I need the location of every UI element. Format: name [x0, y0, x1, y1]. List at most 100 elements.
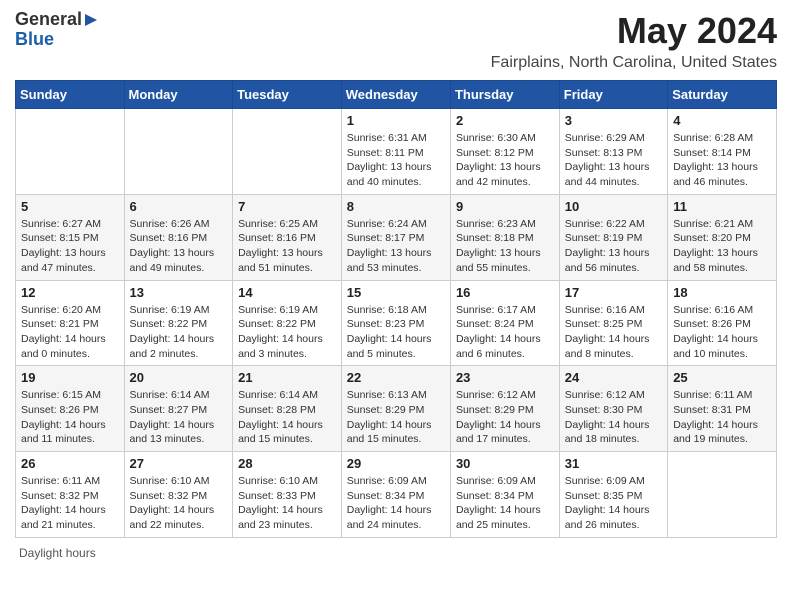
- day-number: 14: [238, 285, 336, 300]
- day-info: Sunrise: 6:19 AMSunset: 8:22 PMDaylight:…: [130, 303, 228, 362]
- calendar-day-cell: [668, 452, 777, 538]
- day-info: Sunrise: 6:16 AMSunset: 8:25 PMDaylight:…: [565, 303, 662, 362]
- calendar-day-cell: [233, 109, 342, 195]
- logo-general: General: [15, 9, 82, 29]
- calendar-week-row: 26Sunrise: 6:11 AMSunset: 8:32 PMDayligh…: [16, 452, 777, 538]
- day-number: 24: [565, 370, 662, 385]
- calendar-day-cell: 26Sunrise: 6:11 AMSunset: 8:32 PMDayligh…: [16, 452, 125, 538]
- title-block: May 2024 Fairplains, North Carolina, Uni…: [491, 10, 777, 72]
- calendar-week-row: 5 Sunrise: 6:27 AMSunset: 8:15 PMDaylight…: [16, 194, 777, 280]
- day-info: Sunrise: 6:31 AMSunset: 8:11 PMDaylight:…: [347, 131, 445, 190]
- day-info: Sunrise: 6:12 AMSunset: 8:30 PMDaylight:…: [565, 388, 662, 447]
- day-number: 23: [456, 370, 554, 385]
- day-info: Sunrise: 6:11 AMSunset: 8:31 PMDaylight:…: [673, 388, 771, 447]
- day-info: Sunrise: 6:26 AMSunset: 8:16 PMDaylight:…: [130, 217, 228, 276]
- day-number: 17: [565, 285, 662, 300]
- calendar-header-row: Sunday Monday Tuesday Wednesday Thursday…: [16, 81, 777, 109]
- calendar-day-cell: 30 Sunrise: 6:09 AMSunset: 8:34 PMDayligh…: [450, 452, 559, 538]
- calendar-day-cell: 19 Sunrise: 6:15 AMSunset: 8:26 PMDayligh…: [16, 366, 125, 452]
- day-info: Sunrise: 6:14 AMSunset: 8:28 PMDaylight:…: [238, 388, 336, 447]
- day-number: 4: [673, 113, 771, 128]
- calendar-day-cell: 6 Sunrise: 6:26 AMSunset: 8:16 PMDaylight…: [124, 194, 233, 280]
- day-info: Sunrise: 6:10 AMSunset: 8:33 PMDaylight:…: [238, 474, 336, 533]
- calendar-table: Sunday Monday Tuesday Wednesday Thursday…: [15, 80, 777, 538]
- day-info: Sunrise: 6:19 AMSunset: 8:22 PMDaylight:…: [238, 303, 336, 362]
- calendar-day-cell: 10Sunrise: 6:22 AMSunset: 8:19 PMDayligh…: [559, 194, 667, 280]
- day-number: 6: [130, 199, 228, 214]
- calendar-day-cell: 21 Sunrise: 6:14 AMSunset: 8:28 PMDayligh…: [233, 366, 342, 452]
- day-info: Sunrise: 6:13 AMSunset: 8:29 PMDaylight:…: [347, 388, 445, 447]
- calendar-day-cell: 31 Sunrise: 6:09 AMSunset: 8:35 PMDayligh…: [559, 452, 667, 538]
- day-info: Sunrise: 6:10 AMSunset: 8:32 PMDaylight:…: [130, 474, 228, 533]
- day-info: Sunrise: 6:17 AMSunset: 8:24 PMDaylight:…: [456, 303, 554, 362]
- col-saturday: Saturday: [668, 81, 777, 109]
- calendar-day-cell: 13 Sunrise: 6:19 AMSunset: 8:22 PMDayligh…: [124, 280, 233, 366]
- calendar-day-cell: 20 Sunrise: 6:14 AMSunset: 8:27 PMDayligh…: [124, 366, 233, 452]
- day-number: 31: [565, 456, 662, 471]
- page-header: General Blue May 2024 Fairplains, North …: [15, 10, 777, 72]
- day-number: 5: [21, 199, 119, 214]
- day-number: 13: [130, 285, 228, 300]
- calendar-day-cell: 15 Sunrise: 6:18 AMSunset: 8:23 PMDayligh…: [341, 280, 450, 366]
- day-info: Sunrise: 6:20 AMSunset: 8:21 PMDaylight:…: [21, 303, 119, 362]
- day-info: Sunrise: 6:18 AMSunset: 8:23 PMDaylight:…: [347, 303, 445, 362]
- day-number: 12: [21, 285, 119, 300]
- day-number: 20: [130, 370, 228, 385]
- day-info: Sunrise: 6:11 AMSunset: 8:32 PMDaylight:…: [21, 474, 119, 533]
- col-friday: Friday: [559, 81, 667, 109]
- calendar-day-cell: [16, 109, 125, 195]
- day-number: 1: [347, 113, 445, 128]
- day-number: 21: [238, 370, 336, 385]
- day-number: 9: [456, 199, 554, 214]
- col-sunday: Sunday: [16, 81, 125, 109]
- day-number: 2: [456, 113, 554, 128]
- day-info: Sunrise: 6:14 AMSunset: 8:27 PMDaylight:…: [130, 388, 228, 447]
- col-wednesday: Wednesday: [341, 81, 450, 109]
- logo: General Blue: [15, 10, 99, 50]
- day-number: 3: [565, 113, 662, 128]
- calendar-day-cell: 1 Sunrise: 6:31 AMSunset: 8:11 PMDaylight…: [341, 109, 450, 195]
- daylight-label: Daylight hours: [19, 546, 96, 560]
- day-number: 18: [673, 285, 771, 300]
- calendar-day-cell: 5 Sunrise: 6:27 AMSunset: 8:15 PMDaylight…: [16, 194, 125, 280]
- calendar-day-cell: 22Sunrise: 6:13 AMSunset: 8:29 PMDayligh…: [341, 366, 450, 452]
- day-info: Sunrise: 6:22 AMSunset: 8:19 PMDaylight:…: [565, 217, 662, 276]
- calendar-day-cell: 11Sunrise: 6:21 AMSunset: 8:20 PMDayligh…: [668, 194, 777, 280]
- day-number: 15: [347, 285, 445, 300]
- day-info: Sunrise: 6:24 AMSunset: 8:17 PMDaylight:…: [347, 217, 445, 276]
- day-info: Sunrise: 6:09 AMSunset: 8:34 PMDaylight:…: [456, 474, 554, 533]
- col-tuesday: Tuesday: [233, 81, 342, 109]
- calendar-day-cell: 14 Sunrise: 6:19 AMSunset: 8:22 PMDayligh…: [233, 280, 342, 366]
- day-info: Sunrise: 6:09 AMSunset: 8:35 PMDaylight:…: [565, 474, 662, 533]
- col-monday: Monday: [124, 81, 233, 109]
- day-info: Sunrise: 6:28 AMSunset: 8:14 PMDaylight:…: [673, 131, 771, 190]
- day-info: Sunrise: 6:15 AMSunset: 8:26 PMDaylight:…: [21, 388, 119, 447]
- day-number: 30: [456, 456, 554, 471]
- calendar-day-cell: 7Sunrise: 6:25 AMSunset: 8:16 PMDaylight…: [233, 194, 342, 280]
- day-info: Sunrise: 6:27 AMSunset: 8:15 PMDaylight:…: [21, 217, 119, 276]
- day-info: Sunrise: 6:23 AMSunset: 8:18 PMDaylight:…: [456, 217, 554, 276]
- calendar-day-cell: 4 Sunrise: 6:28 AMSunset: 8:14 PMDaylight…: [668, 109, 777, 195]
- day-number: 27: [130, 456, 228, 471]
- day-info: Sunrise: 6:12 AMSunset: 8:29 PMDaylight:…: [456, 388, 554, 447]
- col-thursday: Thursday: [450, 81, 559, 109]
- day-number: 8: [347, 199, 445, 214]
- day-number: 28: [238, 456, 336, 471]
- day-info: Sunrise: 6:25 AMSunset: 8:16 PMDaylight:…: [238, 217, 336, 276]
- calendar-day-cell: 27 Sunrise: 6:10 AMSunset: 8:32 PMDayligh…: [124, 452, 233, 538]
- day-info: Sunrise: 6:30 AMSunset: 8:12 PMDaylight:…: [456, 131, 554, 190]
- logo-blue: Blue: [15, 29, 54, 49]
- subtitle: Fairplains, North Carolina, United State…: [491, 54, 777, 72]
- day-number: 16: [456, 285, 554, 300]
- day-info: Sunrise: 6:16 AMSunset: 8:26 PMDaylight:…: [673, 303, 771, 362]
- day-number: 19: [21, 370, 119, 385]
- calendar-day-cell: 18 Sunrise: 6:16 AMSunset: 8:26 PMDayligh…: [668, 280, 777, 366]
- day-info: Sunrise: 6:21 AMSunset: 8:20 PMDaylight:…: [673, 217, 771, 276]
- footer: Daylight hours: [15, 546, 777, 560]
- calendar-day-cell: 3Sunrise: 6:29 AMSunset: 8:13 PMDaylight…: [559, 109, 667, 195]
- calendar-day-cell: 2 Sunrise: 6:30 AMSunset: 8:12 PMDaylight…: [450, 109, 559, 195]
- calendar-day-cell: 25Sunrise: 6:11 AMSunset: 8:31 PMDayligh…: [668, 366, 777, 452]
- calendar-day-cell: 9 Sunrise: 6:23 AMSunset: 8:18 PMDaylight…: [450, 194, 559, 280]
- calendar-day-cell: 29Sunrise: 6:09 AMSunset: 8:34 PMDayligh…: [341, 452, 450, 538]
- day-number: 29: [347, 456, 445, 471]
